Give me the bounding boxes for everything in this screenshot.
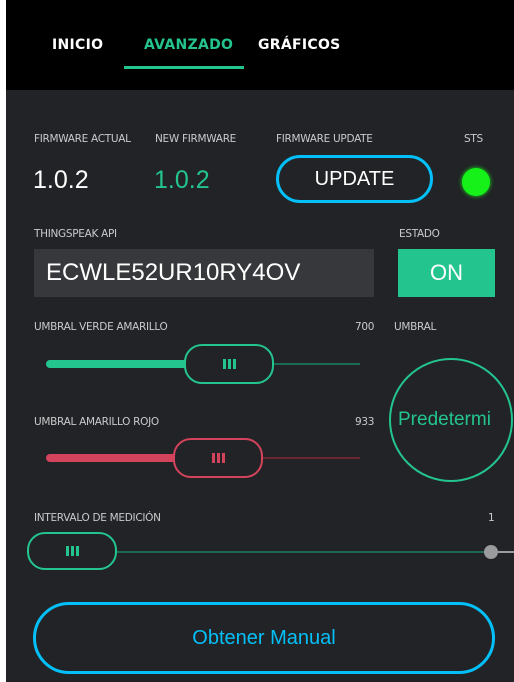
slider-end-line [498,551,514,553]
new-firmware-value: 1.0.2 [154,166,210,194]
sts-label: STS [464,133,483,145]
slider-end-handle[interactable] [484,545,498,559]
intervalo-medicion-label: INTERVALO DE MEDICIÓN [34,512,161,524]
obtener-manual-button[interactable]: Obtener Manual [33,602,495,674]
slider-track [116,551,490,553]
estado-label: ESTADO [399,228,440,240]
slider-thumb[interactable] [184,344,274,384]
umbral-amarillo-rojo-label: UMBRAL AMARILLO ROJO [34,416,159,428]
tab-avanzado[interactable]: AVANZADO [144,37,233,53]
estado-toggle-button[interactable]: ON [398,249,495,297]
new-firmware-label: NEW FIRMWARE [155,133,237,145]
thingspeak-api-input[interactable]: ECWLE52UR10RY4OV [34,249,374,297]
tab-inicio[interactable]: INICIO [52,37,103,53]
active-tab-indicator [124,66,244,69]
slider-thumb[interactable] [173,438,263,478]
firmware-update-label: FIRMWARE UPDATE [276,133,373,145]
intervalo-medicion-value: 1 [488,512,495,524]
grip-icon [222,359,236,369]
umbral-verde-amarillo-label: UMBRAL VERDE AMARILLO [34,321,168,333]
tab-bar: INICIO AVANZADO GRÁFICOS [6,0,514,90]
umbral-verde-amarillo-value: 700 [355,321,375,333]
umbral-label: UMBRAL [394,321,437,333]
grip-icon [65,546,79,556]
firmware-actual-label: FIRMWARE ACTUAL [34,133,131,145]
update-button[interactable]: UPDATE [276,155,433,203]
slider-thumb[interactable] [27,532,117,570]
grip-icon [211,453,225,463]
sts-led-indicator [462,168,490,196]
tab-graficos[interactable]: GRÁFICOS [258,37,341,53]
predeterminado-button[interactable]: Predetermi [389,358,513,482]
firmware-actual-value: 1.0.2 [33,166,89,194]
umbral-amarillo-rojo-value: 933 [355,416,375,428]
thingspeak-api-label: THINGSPEAK API [34,228,117,240]
app-screen: INICIO AVANZADO GRÁFICOS FIRMWARE ACTUAL… [6,0,514,682]
slider-fill [46,360,206,368]
